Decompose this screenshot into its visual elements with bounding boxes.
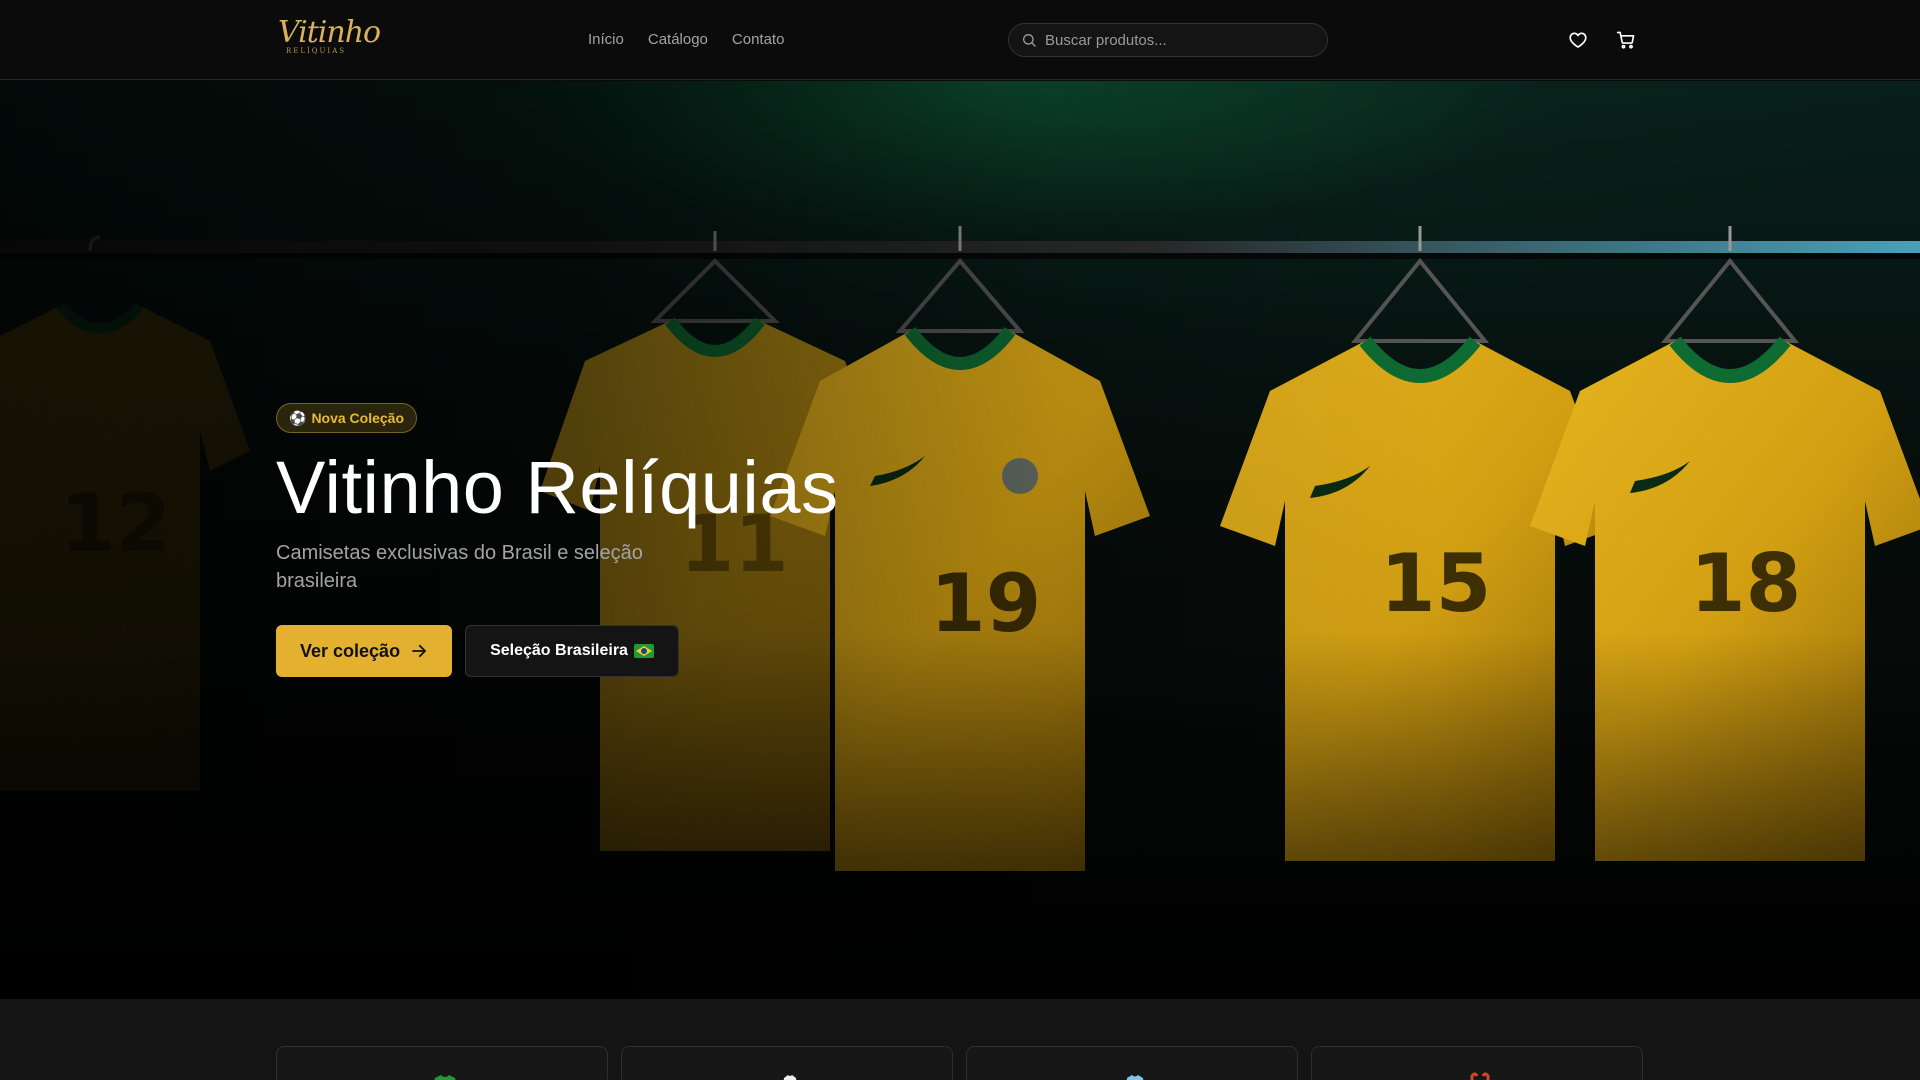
search-icon	[1022, 34, 1036, 47]
brazil-team-button[interactable]: Seleção Brasileira	[465, 625, 679, 677]
cart-icon	[1616, 31, 1635, 49]
category-card[interactable]	[621, 1046, 953, 1080]
category-card[interactable]	[1311, 1046, 1643, 1080]
brazil-flag-icon	[633, 644, 654, 658]
red-shirt-icon	[1470, 1072, 1490, 1080]
hero-section: 12 11 19 15	[0, 81, 1920, 999]
new-collection-badge: ⚽ Nova Coleção	[276, 403, 418, 433]
soccer-ball-icon: ⚽	[289, 409, 307, 426]
logo[interactable]: Vitinho RELÍQUIAS	[278, 15, 381, 58]
search-bar[interactable]	[1008, 23, 1328, 57]
category-section	[0, 999, 1920, 1080]
hero-actions: Ver coleção Seleção Brasileira	[276, 625, 976, 677]
cart-button[interactable]	[1613, 27, 1639, 53]
arrow-right-icon	[412, 644, 426, 658]
category-card[interactable]	[966, 1046, 1298, 1080]
hero-content: ⚽ Nova Coleção Vitinho Relíquias Camiset…	[276, 403, 976, 677]
search-input[interactable]	[1045, 31, 1305, 49]
green-shirt-icon	[434, 1075, 456, 1080]
blue-shirt-icon	[1126, 1075, 1144, 1080]
category-card[interactable]	[276, 1046, 608, 1080]
hero-subtitle: Camisetas exclusivas do Brasil e seleção…	[276, 542, 643, 592]
nav-link-catalogo[interactable]: Catálogo	[648, 31, 708, 49]
main-nav: Início Catálogo Contato	[588, 31, 784, 49]
heart-icon	[1569, 32, 1587, 48]
nav-link-contato[interactable]: Contato	[732, 31, 785, 49]
brazil-team-label: Seleção Brasileira	[490, 642, 628, 659]
view-collection-button[interactable]: Ver coleção	[276, 625, 453, 677]
logo-sub-text: RELÍQUIAS	[286, 47, 347, 55]
logo-main-text: Vitinho	[278, 15, 381, 50]
view-collection-label: Ver coleção	[300, 640, 401, 661]
hero-title: Vitinho Relíquias	[276, 446, 839, 529]
nav-link-inicio[interactable]: Início	[588, 31, 624, 49]
site-header: Vitinho RELÍQUIAS Início Catálogo Contat…	[0, 0, 1920, 80]
badge-label: Nova Coleção	[311, 410, 405, 426]
wishlist-button[interactable]	[1565, 27, 1591, 53]
white-shirt-icon	[783, 1075, 797, 1080]
